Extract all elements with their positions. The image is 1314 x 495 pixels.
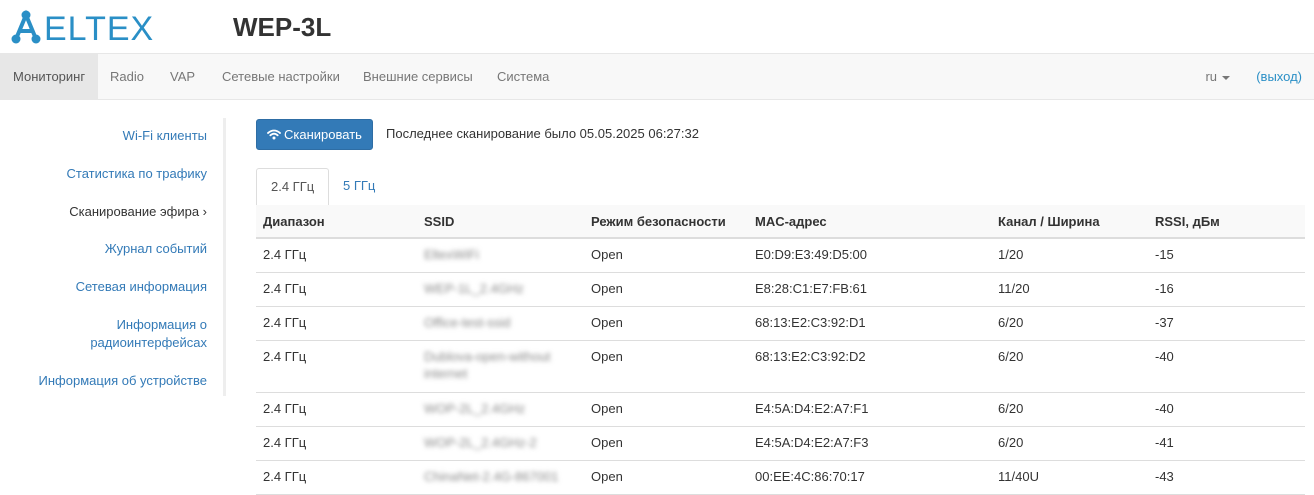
cell-mac: 00:EE:4C:86:70:17 bbox=[748, 460, 991, 495]
last-scan-info: Последнее сканирование было 05.05.2025 0… bbox=[386, 126, 699, 141]
cell-channel: 6/20 bbox=[991, 392, 1148, 427]
cell-mac: E4:5A:D4:E2:A7:F3 bbox=[748, 426, 991, 461]
cell-range: 2.4 ГГц bbox=[256, 238, 417, 273]
sidebar-item-wifi-clients[interactable]: Wi-Fi клиенты bbox=[123, 127, 207, 145]
cell-channel: 6/20 bbox=[991, 340, 1148, 393]
cell-channel: 11/40U bbox=[991, 460, 1148, 495]
cell-channel: 11/20 bbox=[991, 272, 1148, 307]
wifi-icon bbox=[267, 129, 281, 140]
cell-range: 2.4 ГГц bbox=[256, 306, 417, 341]
cell-range: 2.4 ГГц bbox=[256, 426, 417, 461]
cell-mac: E8:28:C1:E7:FB:61 bbox=[748, 272, 991, 307]
cell-rssi: -15 bbox=[1148, 238, 1305, 273]
cell-rssi: -43 bbox=[1148, 460, 1305, 495]
logo-text: ELTEX bbox=[44, 10, 154, 45]
band-tabs: 2.4 ГГц 5 ГГц bbox=[256, 168, 1305, 207]
table-row: 2.4 ГГц WOP-2L_2.4GHz-2 Open E4:5A:D4:E2… bbox=[256, 426, 1305, 461]
header: ELTEX WEP-3L bbox=[0, 0, 1314, 53]
sidebar-item-traffic-stats[interactable]: Статистика по трафику bbox=[67, 165, 207, 183]
cell-security: Open bbox=[584, 460, 748, 495]
cell-security: Open bbox=[584, 426, 748, 461]
cell-ssid: Dublova-open-without internet bbox=[417, 340, 584, 393]
cell-channel: 1/20 bbox=[991, 238, 1148, 273]
tab-5ghz[interactable]: 5 ГГц bbox=[329, 168, 389, 206]
cell-ssid: EltexWiFi bbox=[417, 238, 584, 273]
cell-security: Open bbox=[584, 340, 748, 393]
logout-link[interactable]: (выход) bbox=[1256, 54, 1302, 99]
cell-ssid: WEP-1L_2.4GHz bbox=[417, 272, 584, 307]
language-dropdown[interactable]: ru bbox=[1205, 54, 1230, 99]
table-row: 2.4 ГГц EltexWiFi Open E0:D9:E3:49:D5:00… bbox=[256, 238, 1305, 273]
cell-rssi: -16 bbox=[1148, 272, 1305, 307]
cell-range: 2.4 ГГц bbox=[256, 272, 417, 307]
cell-ssid: Office-test-ssid bbox=[417, 306, 584, 341]
language-label: ru bbox=[1205, 69, 1217, 84]
cell-range: 2.4 ГГц bbox=[256, 460, 417, 495]
tab-2-4ghz[interactable]: 2.4 ГГц bbox=[256, 168, 330, 207]
eltex-logo: ELTEX bbox=[11, 9, 154, 45]
cell-mac: 68:13:E2:C3:92:D2 bbox=[748, 340, 991, 393]
table-row: 2.4 ГГц WEP-1L_2.4GHz Open E8:28:C1:E7:F… bbox=[256, 272, 1305, 307]
sidebar-item-network-info[interactable]: Сетевая информация bbox=[76, 278, 207, 296]
sidebar: Wi-Fi клиенты Статистика по трафику Скан… bbox=[0, 118, 226, 396]
cell-rssi: -41 bbox=[1148, 426, 1305, 461]
cell-rssi: -40 bbox=[1148, 392, 1305, 427]
cell-rssi: -40 bbox=[1148, 340, 1305, 393]
scan-button-label: Сканировать bbox=[284, 127, 362, 142]
cell-range: 2.4 ГГц bbox=[256, 392, 417, 427]
cell-mac: E4:5A:D4:E2:A7:F1 bbox=[748, 392, 991, 427]
nav-system[interactable]: Система bbox=[484, 54, 562, 99]
product-title: WEP-3L bbox=[233, 12, 332, 42]
cell-mac: E0:D9:E3:49:D5:00 bbox=[748, 238, 991, 273]
cell-ssid: WOP-2L_2.4GHz-2 bbox=[417, 426, 584, 461]
ssid-value: Dublova-open-without internet bbox=[424, 348, 551, 381]
table-row: 2.4 ГГц WOP-2L_2.4GHz Open E4:5A:D4:E2:A… bbox=[256, 392, 1305, 427]
ssid-value: ChinaNet-2.4G-867001 bbox=[424, 468, 559, 484]
ssid-value: EltexWiFi bbox=[424, 247, 479, 262]
cell-range: 2.4 ГГц bbox=[256, 340, 417, 393]
table-header-row: Диапазон SSID Режим безопасности MAC-адр… bbox=[256, 205, 1305, 239]
sidebar-item-radio-info[interactable]: Информация о радиоинтерфейсах bbox=[57, 316, 207, 352]
cell-security: Open bbox=[584, 272, 748, 307]
caret-down-icon bbox=[1222, 75, 1230, 80]
table-row: 2.4 ГГц ChinaNet-2.4G-867001 Open 00:EE:… bbox=[256, 460, 1305, 495]
cell-security: Open bbox=[584, 392, 748, 427]
scan-button[interactable]: Сканировать bbox=[256, 119, 373, 150]
cell-security: Open bbox=[584, 238, 748, 273]
scan-results-table: Диапазон SSID Режим безопасности MAC-адр… bbox=[256, 205, 1305, 495]
cell-ssid: ChinaNet-2.4G-867001 bbox=[417, 460, 584, 495]
cell-security: Open bbox=[584, 306, 748, 341]
cell-rssi: -37 bbox=[1148, 306, 1305, 341]
table-row: 2.4 ГГц Dublova-open-without internet Op… bbox=[256, 340, 1305, 393]
ssid-value: WOP-2L_2.4GHz bbox=[424, 400, 526, 416]
cell-channel: 6/20 bbox=[991, 426, 1148, 461]
nav-radio[interactable]: Radio bbox=[97, 54, 157, 99]
cell-channel: 6/20 bbox=[991, 306, 1148, 341]
column-header-rssi: RSSI, дБм bbox=[1148, 205, 1305, 239]
nav-network-settings[interactable]: Сетевые настройки bbox=[209, 54, 353, 99]
ssid-value: Office-test-ssid bbox=[424, 314, 511, 330]
column-header-range: Диапазон bbox=[256, 205, 417, 239]
cell-ssid: WOP-2L_2.4GHz bbox=[417, 392, 584, 427]
column-header-ssid: SSID bbox=[417, 205, 584, 239]
sidebar-item-device-info[interactable]: Информация об устройстве bbox=[39, 372, 207, 390]
sidebar-item-event-log[interactable]: Журнал событий bbox=[105, 240, 207, 258]
column-header-security: Режим безопасности bbox=[584, 205, 748, 239]
column-header-mac: MAC-адрес bbox=[748, 205, 991, 239]
table-row: 2.4 ГГц Office-test-ssid Open 68:13:E2:C… bbox=[256, 306, 1305, 341]
ssid-value: WEP-1L_2.4GHz bbox=[424, 280, 524, 296]
ssid-value: WOP-2L_2.4GHz-2 bbox=[424, 434, 537, 450]
nav-external-services[interactable]: Внешние сервисы bbox=[350, 54, 486, 99]
sidebar-item-air-scan[interactable]: Сканирование эфира › bbox=[69, 203, 207, 221]
column-header-channel: Канал / Ширина bbox=[991, 205, 1148, 239]
nav-monitoring[interactable]: Мониторинг bbox=[0, 54, 99, 99]
cell-mac: 68:13:E2:C3:92:D1 bbox=[748, 306, 991, 341]
top-navbar: Мониторинг Radio VAP Сетевые настройки В… bbox=[0, 53, 1314, 100]
nav-vap[interactable]: VAP bbox=[157, 54, 208, 99]
